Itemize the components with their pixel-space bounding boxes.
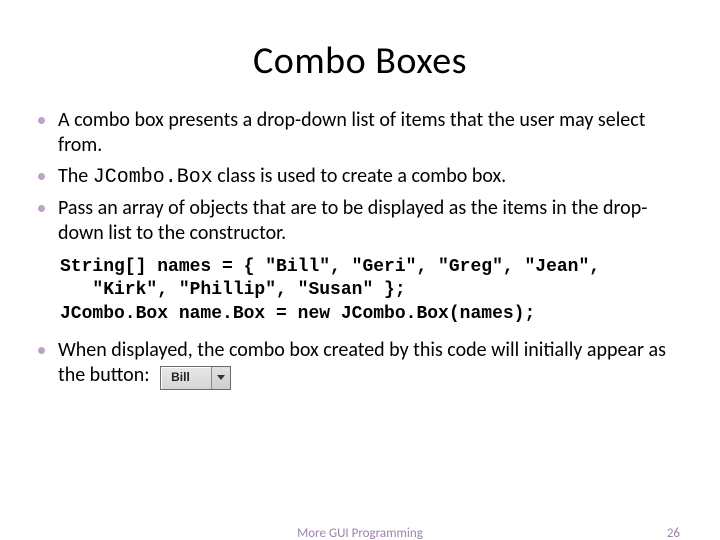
bullet-text-pre: The (58, 164, 93, 188)
bullet-text: When displayed, the combo box created by… (58, 338, 666, 387)
bullet-item: The JCombo.Box class is used to create a… (36, 164, 684, 190)
bullet-text: A combo box presents a drop-down list of… (58, 108, 645, 157)
code-block: String[] names = { "Bill", "Geri", "Greg… (60, 256, 684, 326)
bullet-item: Pass an array of objects that are to be … (36, 196, 684, 246)
combo-box-illustration: Bill (160, 363, 231, 390)
bullet-icon (38, 117, 45, 124)
bullet-icon (38, 173, 45, 180)
bullet-item: A combo box presents a drop-down list of… (36, 108, 684, 158)
bullet-list: When displayed, the combo box created by… (36, 338, 684, 390)
bullet-text: Pass an array of objects that are to be … (58, 196, 647, 245)
slide: Combo Boxes A combo box presents a drop-… (0, 0, 720, 540)
bullet-icon (38, 347, 45, 354)
combo-box[interactable]: Bill (160, 366, 231, 390)
footer-text: More GUI Programming (297, 526, 423, 540)
combo-value: Bill (161, 367, 211, 389)
page-number: 26 (667, 526, 680, 540)
chevron-down-icon[interactable] (211, 367, 230, 389)
bullet-list: A combo box presents a drop-down list of… (36, 108, 684, 246)
bullet-text-post: class is used to create a combo box. (213, 164, 506, 188)
inline-code: JCombo.Box (93, 166, 213, 189)
bullet-icon (38, 205, 45, 212)
slide-title: Combo Boxes (36, 38, 684, 84)
bullet-item: When displayed, the combo box created by… (36, 338, 684, 390)
